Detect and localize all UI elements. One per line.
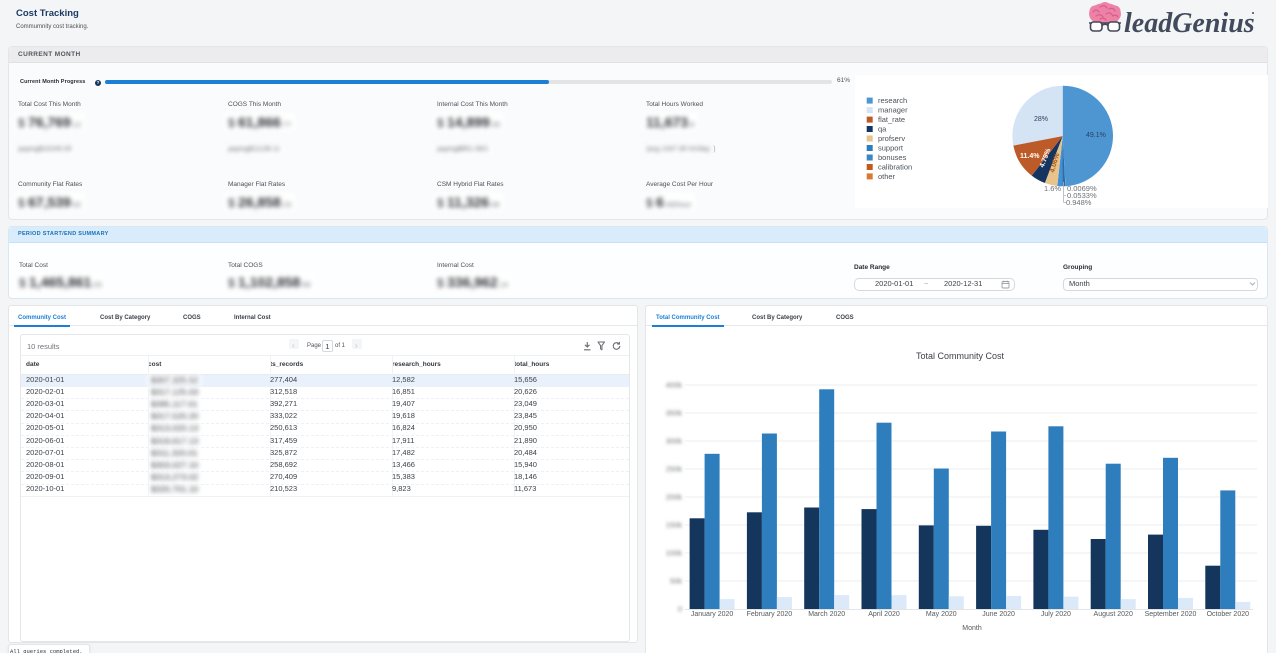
svg-text:49.1%: 49.1% [1086,132,1106,139]
svg-text:other: other [878,172,896,181]
svg-text:350k: 350k [666,409,683,418]
svg-text:research: research [878,96,907,105]
svg-text:July 2020: July 2020 [1041,611,1071,618]
svg-text:300k: 300k [666,437,683,446]
svg-text:June 2020: June 2020 [982,611,1015,618]
svg-text:0.948%: 0.948% [1066,198,1092,207]
svg-text:April 2020: April 2020 [868,611,900,618]
svg-text:September 2020: September 2020 [1145,611,1197,618]
svg-text:Month: Month [962,625,982,632]
svg-text:October 2020: October 2020 [1207,611,1250,618]
svg-text:400k: 400k [666,381,683,390]
svg-text:0: 0 [678,605,682,614]
svg-text:August 2020: August 2020 [1094,611,1133,618]
svg-text:150k: 150k [666,521,683,530]
svg-text:50k: 50k [670,577,682,586]
svg-text:support: support [878,144,904,153]
svg-text:qa: qa [878,125,887,134]
svg-text:February 2020: February 2020 [747,611,793,618]
svg-text:bonuses: bonuses [878,153,907,162]
svg-text:28%: 28% [1034,116,1048,123]
svg-text:Total Community Cost: Total Community Cost [916,351,1005,361]
svg-text:1.6%: 1.6% [1044,184,1061,193]
svg-text:200k: 200k [666,493,683,502]
svg-text:leadGenius: leadGenius [1124,8,1255,39]
svg-text:January 2020: January 2020 [691,611,734,618]
svg-text:calibration: calibration [878,163,912,172]
svg-text:profserv: profserv [878,134,905,143]
svg-text:flat_rate: flat_rate [878,115,905,124]
svg-text:March 2020: March 2020 [808,611,845,618]
svg-text:250k: 250k [666,465,683,474]
svg-text:11.4%: 11.4% [1020,153,1040,160]
svg-text:manager: manager [878,106,908,115]
svg-text:100k: 100k [666,549,683,558]
svg-text:May 2020: May 2020 [926,611,957,618]
